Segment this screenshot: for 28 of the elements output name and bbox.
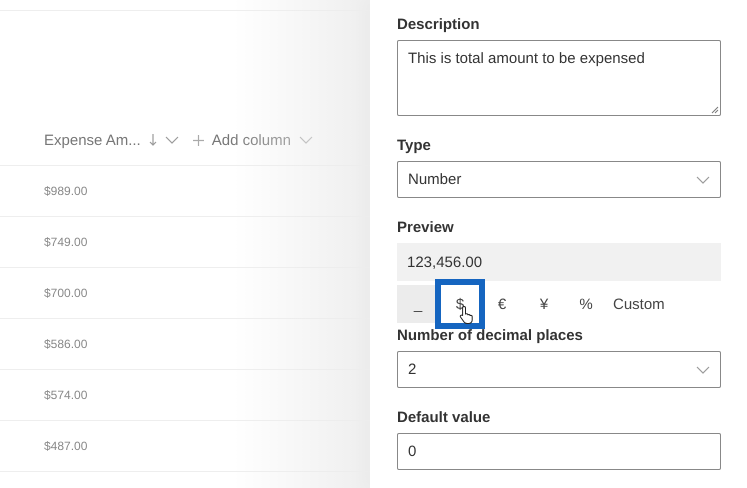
- amount-cell: $487.00: [44, 439, 88, 453]
- field-label: Preview: [397, 219, 455, 236]
- chevron-down-icon: [696, 366, 710, 374]
- chevron-down-icon: [696, 176, 710, 184]
- amount-cell: $574.00: [44, 388, 88, 402]
- amount-cell: $749.00: [44, 235, 88, 249]
- format-button[interactable]: Custom: [607, 285, 671, 323]
- field-label: Default value: [397, 409, 492, 426]
- resize-grip-icon: [710, 105, 719, 114]
- amount-cell: $700.00: [44, 286, 88, 300]
- amount-cell: $989.00: [44, 184, 88, 198]
- type-dropdown[interactable]: Number: [397, 161, 721, 198]
- preview-value: 123,456.00: [397, 243, 721, 281]
- format-button[interactable]: €: [481, 285, 523, 323]
- plus-icon: [192, 134, 204, 146]
- default-value-field[interactable]: 0: [397, 433, 721, 470]
- format-button[interactable]: ¥: [523, 285, 565, 323]
- format-button[interactable]: %: [565, 285, 607, 323]
- amount-cell: $586.00: [44, 337, 88, 351]
- description-field[interactable]: This is total amount to be expensed: [397, 40, 721, 116]
- field-label: Type: [397, 137, 432, 154]
- field-label: Description: [397, 16, 481, 33]
- chevron-down-icon: [298, 136, 313, 144]
- add-column-button[interactable]: Add column: [212, 132, 291, 148]
- decimal-places-dropdown[interactable]: 2: [397, 351, 721, 388]
- chevron-down-icon: [164, 136, 179, 144]
- column-header[interactable]: Expense Am...: [44, 132, 141, 148]
- field-label: Number of decimal places: [397, 327, 584, 344]
